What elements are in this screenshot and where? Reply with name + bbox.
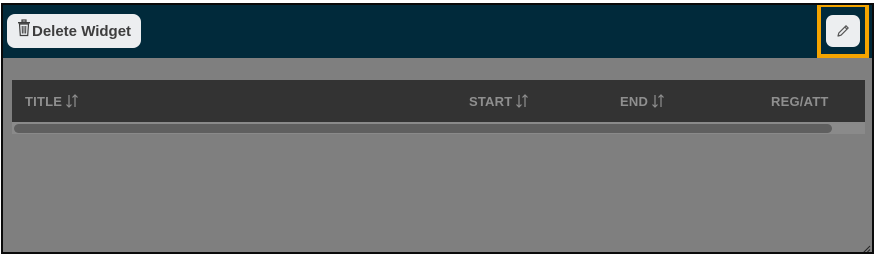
scrollbar-thumb[interactable] — [14, 124, 832, 133]
column-start-label: START — [469, 93, 513, 109]
widget-frame: Delete Widget TITLE START END REG/ATT — [1, 3, 874, 254]
sort-arrows-icon — [515, 93, 529, 109]
horizontal-scrollbar[interactable] — [12, 122, 865, 134]
sort-arrows-icon — [651, 93, 665, 109]
edit-widget-button[interactable] — [826, 15, 860, 47]
trash-icon — [17, 19, 31, 37]
column-header-reg-att[interactable]: REG/ATT — [771, 80, 829, 122]
delete-widget-label: Delete Widget — [32, 22, 132, 40]
column-title-label: TITLE — [25, 93, 63, 109]
column-header-title[interactable]: TITLE — [25, 80, 79, 122]
widget-toolbar: Delete Widget — [3, 5, 872, 58]
column-end-label: END — [620, 93, 649, 109]
column-header-start[interactable]: START — [469, 80, 529, 122]
edit-highlight-box — [817, 5, 869, 58]
pencil-icon — [835, 23, 851, 39]
sort-arrows-icon — [65, 93, 79, 109]
events-table-header: TITLE START END REG/ATT — [12, 80, 865, 122]
resize-handle-icon[interactable] — [861, 241, 871, 252]
column-reg-att-label: REG/ATT — [771, 93, 829, 109]
delete-widget-button[interactable]: Delete Widget — [7, 14, 142, 48]
column-header-end[interactable]: END — [620, 80, 665, 122]
